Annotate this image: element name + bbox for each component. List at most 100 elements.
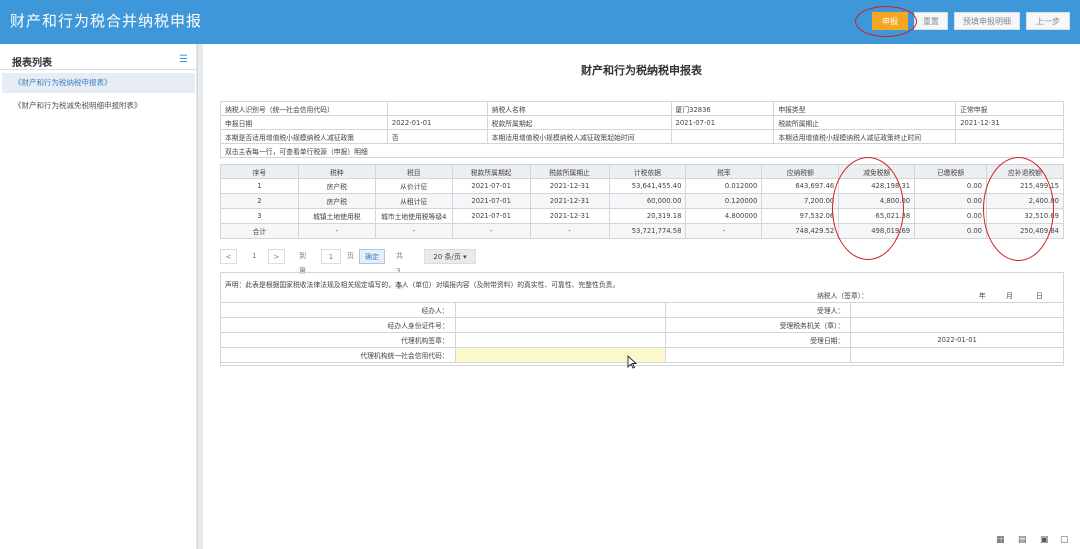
next-page-button[interactable]: > bbox=[268, 249, 285, 264]
page-size-value: 20 条/页 bbox=[433, 253, 461, 261]
table-cell: 0.120000 bbox=[685, 193, 763, 209]
acceptor-field[interactable] bbox=[850, 302, 1064, 318]
table-row[interactable]: 3 城镇土地使用税 城市土地使用税等级4 2021-07-01 2021-12-… bbox=[220, 208, 1064, 224]
table-cell: 2021-12-31 bbox=[529, 193, 610, 209]
sign-row: 代理机构签章： 受理日期： 2022-01-01 bbox=[220, 332, 1064, 348]
table-cell: 0.012000 bbox=[685, 178, 763, 194]
table-cell: 250,409.84 bbox=[986, 223, 1064, 239]
taxpayer-name-label: 纳税人名称 bbox=[486, 101, 672, 116]
sidebar-item-relief-schedule[interactable]: 《财产和行为税减免税明细申报附表》 bbox=[2, 96, 195, 116]
col-header[interactable]: 税目 bbox=[374, 164, 453, 179]
tax-detail-table: 序号 税种 税目 税款所属期起 税款所属期止 计税依据 税率 应纳税额 减免税额… bbox=[220, 164, 1064, 239]
table-cell: 合计 bbox=[220, 223, 299, 239]
empty-cell bbox=[850, 347, 1064, 363]
table-cell: 从价计征 bbox=[374, 178, 453, 194]
taxpayer-signature-label: 纳税人（签章）： bbox=[817, 292, 868, 300]
table-cell: 53,721,774.58 bbox=[608, 223, 687, 239]
col-header[interactable]: 税款所属期起 bbox=[451, 164, 531, 179]
table-cell: 1 bbox=[220, 178, 299, 194]
page-size-select[interactable]: 20 条/页 ▾ bbox=[424, 249, 476, 264]
accept-office-field[interactable] bbox=[850, 317, 1064, 333]
prev-step-button[interactable]: 上一步 bbox=[1026, 12, 1070, 30]
list-icon[interactable]: ▤ bbox=[1018, 535, 1027, 545]
expand-icon[interactable]: ▢ bbox=[1060, 535, 1069, 545]
table-cell: - bbox=[297, 223, 376, 239]
table-cell: 房产税 bbox=[297, 193, 376, 209]
table-row[interactable]: 1 房产税 从价计征 2021-07-01 2021-12-31 53,641,… bbox=[220, 178, 1064, 194]
table-total-row[interactable]: 合计 - - - - 53,721,774.58 - 748,429.52 49… bbox=[220, 223, 1064, 239]
agent-code-label: 代理机构统一社会信用代码： bbox=[220, 347, 456, 363]
info-row: 本期是否适用增值税小规模纳税人减征政策 否 本期适用增值税小规模纳税人减征政策起… bbox=[220, 129, 1064, 144]
table-header-row: 序号 税种 税目 税款所属期起 税款所属期止 计税依据 税率 应纳税额 减免税额… bbox=[220, 164, 1064, 179]
table-cell: 2021-12-31 bbox=[529, 208, 610, 224]
handler-id-field[interactable] bbox=[454, 317, 667, 333]
accept-office-label: 受理税务机关（章）： bbox=[665, 317, 852, 333]
table-cell: 从租计征 bbox=[374, 193, 453, 209]
small-policy-start-label: 本期适用增值税小规模纳税人减征政策起始时间 bbox=[486, 129, 672, 144]
handler-label: 经办人： bbox=[220, 302, 456, 318]
col-header[interactable]: 序号 bbox=[220, 164, 299, 179]
table-cell: 0.00 bbox=[914, 208, 987, 224]
table-cell: 房产税 bbox=[297, 178, 376, 194]
col-header[interactable]: 应补退税额 bbox=[986, 164, 1064, 179]
page-title: 财产和行为税纳税申报表 bbox=[581, 64, 702, 77]
declaration-text: 声明：此表是根据国家税收法律法规及相关规定填写的，本人（单位）对填报内容（及附带… bbox=[225, 281, 620, 289]
goto-confirm-button[interactable]: 确定 bbox=[359, 249, 385, 264]
taxpayer-name-value: 厦门32836 bbox=[670, 101, 775, 116]
taxpayer-id-label: 纳税人识别号（统一社会信用代码） bbox=[220, 101, 388, 116]
small-policy-value: 否 bbox=[386, 129, 488, 144]
declare-type-value: 正常申报 bbox=[955, 101, 1064, 116]
month-label: 月 bbox=[1006, 292, 1013, 300]
table-cell: 城镇土地使用税 bbox=[297, 208, 376, 224]
small-policy-end-value bbox=[955, 129, 1064, 144]
layers-icon[interactable]: ☰ bbox=[179, 54, 188, 65]
table-cell: 498,019.69 bbox=[838, 223, 916, 239]
sign-row: 代理机构统一社会信用代码： bbox=[220, 347, 1064, 363]
period-end-value: 2021-12-31 bbox=[955, 115, 1064, 130]
prev-page-button[interactable]: < bbox=[220, 249, 237, 264]
col-header[interactable]: 应纳税额 bbox=[761, 164, 840, 179]
col-header[interactable]: 税款所属期止 bbox=[529, 164, 610, 179]
sidebar-item-main-report[interactable]: 《财产和行为税纳税申报表》 bbox=[2, 73, 195, 93]
col-header[interactable]: 税率 bbox=[685, 164, 763, 179]
goto-page-input[interactable]: 1 bbox=[321, 249, 341, 264]
trash-icon[interactable]: ▦ bbox=[996, 535, 1005, 545]
col-header[interactable]: 计税依据 bbox=[608, 164, 687, 179]
table-cell: 20,319.18 bbox=[608, 208, 687, 224]
accept-date-label: 受理日期： bbox=[665, 332, 852, 348]
period-start-value: 2021-07-01 bbox=[670, 115, 775, 130]
table-cell: 97,532.06 bbox=[761, 208, 840, 224]
declare-button[interactable]: 申报 bbox=[872, 12, 908, 30]
reset-button[interactable]: 重置 bbox=[914, 12, 948, 30]
table-cell: 3 bbox=[220, 208, 299, 224]
day-label: 日 bbox=[1036, 292, 1043, 300]
table-cell: 65,021.38 bbox=[838, 208, 916, 224]
row-detail-hint: 双击主表每一行，可查看单行税源（申报）明细 bbox=[220, 143, 1064, 158]
table-cell: 53,641,455.40 bbox=[608, 178, 687, 194]
app-title: 财产和行为税合并纳税申报 bbox=[10, 12, 203, 30]
declare-date-label: 申报日期 bbox=[220, 115, 388, 130]
agent-seal-field[interactable] bbox=[454, 332, 667, 348]
table-cell: 2021-07-01 bbox=[451, 178, 531, 194]
declare-date-value: 2022-01-01 bbox=[386, 115, 488, 130]
copy-icon[interactable]: ▣ bbox=[1040, 535, 1049, 545]
table-row[interactable]: 2 房产税 从租计征 2021-07-01 2021-12-31 60,000.… bbox=[220, 193, 1064, 209]
col-header[interactable]: 减免税额 bbox=[838, 164, 916, 179]
chevron-down-icon: ▾ bbox=[463, 253, 467, 261]
info-row: 申报日期 2022-01-01 税款所属期起 2021-07-01 税款所属期止… bbox=[220, 115, 1064, 130]
prefill-detail-button[interactable]: 预填申报明细 bbox=[954, 12, 1020, 30]
col-header[interactable]: 税种 bbox=[297, 164, 376, 179]
period-start-label: 税款所属期起 bbox=[486, 115, 672, 130]
current-page[interactable]: 1 bbox=[252, 249, 256, 264]
handler-field[interactable] bbox=[454, 302, 667, 318]
table-cell: 748,429.52 bbox=[761, 223, 840, 239]
table-cell: 7,200.00 bbox=[761, 193, 840, 209]
table-cell: 4,800.00 bbox=[838, 193, 916, 209]
table-cell: 0.00 bbox=[914, 223, 987, 239]
col-header[interactable]: 已缴税额 bbox=[914, 164, 987, 179]
header-bar: 财产和行为税合并纳税申报 申报 重置 预填申报明细 上一步 bbox=[0, 0, 1080, 44]
table-cell: - bbox=[374, 223, 453, 239]
table-cell: 2 bbox=[220, 193, 299, 209]
year-label: 年 bbox=[979, 292, 986, 300]
taxpayer-info-table: 纳税人识别号（统一社会信用代码） 纳税人名称 厦门32836 申报类型 正常申报… bbox=[220, 101, 1064, 158]
